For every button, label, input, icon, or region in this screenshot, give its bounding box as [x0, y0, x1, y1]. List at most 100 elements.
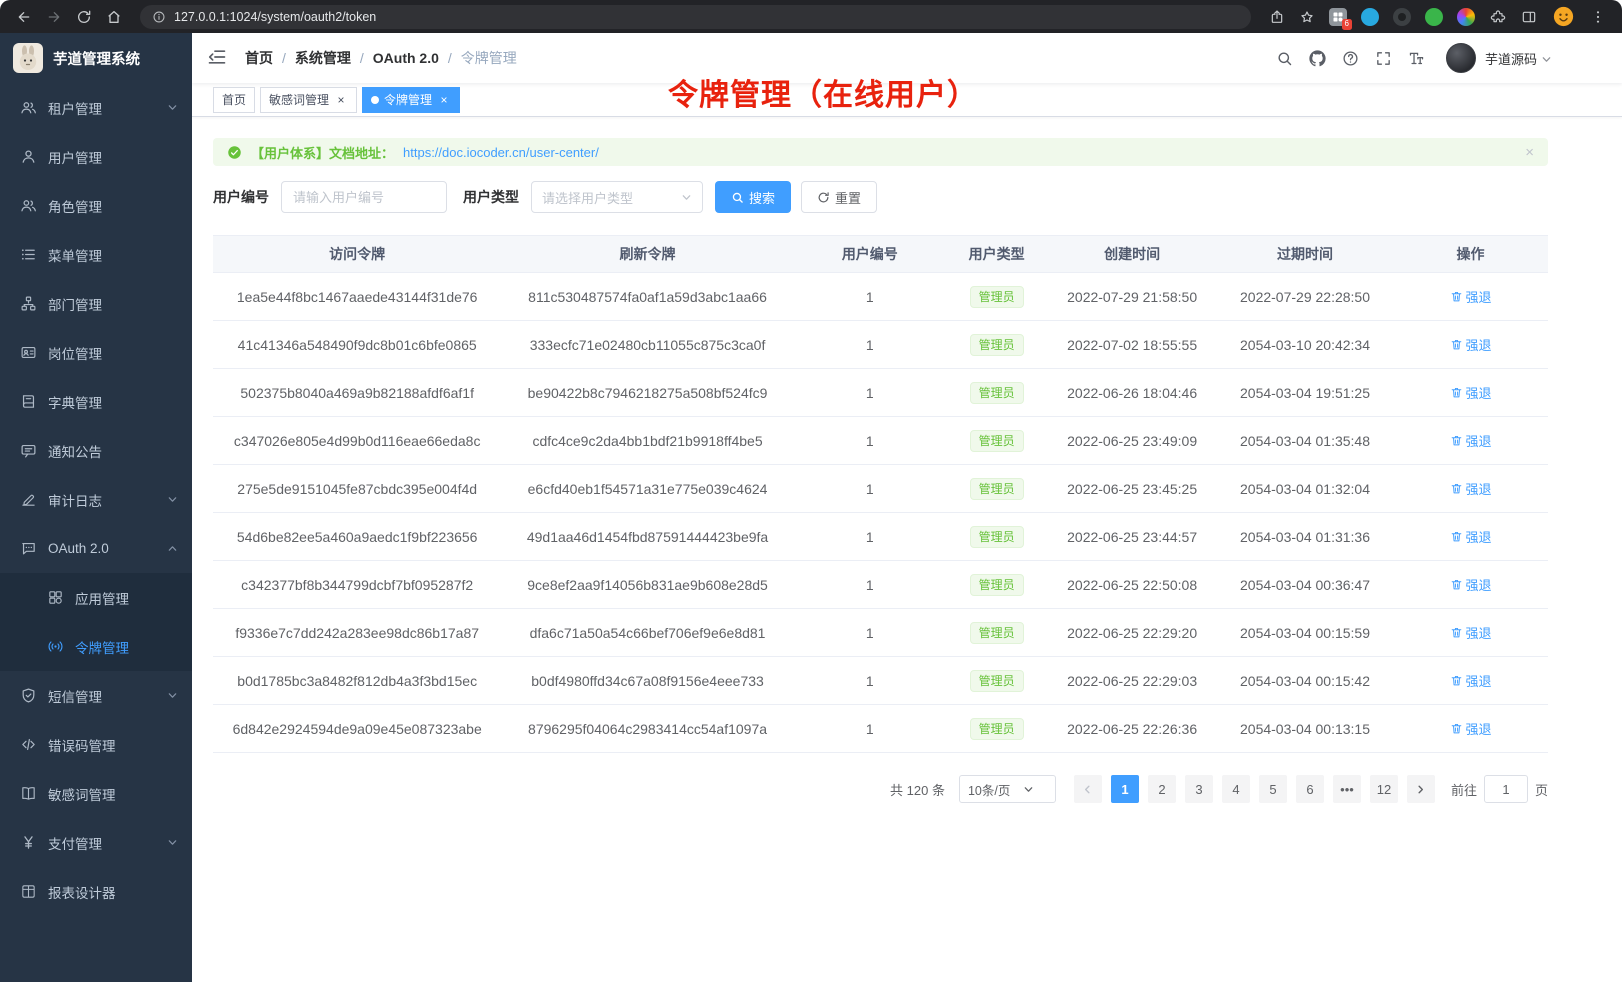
cell-create-time: 2022-06-25 23:44:57 — [1047, 529, 1217, 545]
tab[interactable]: 首页 — [213, 87, 255, 113]
cell-create-time: 2022-06-25 22:29:03 — [1047, 673, 1217, 689]
doc-link[interactable]: https://doc.iocoder.cn/user-center/ — [403, 145, 599, 160]
force-logout-button[interactable]: 强退 — [1450, 287, 1492, 306]
sidebar-item-pay[interactable]: 支付管理 — [0, 818, 192, 867]
chevron-down-icon — [167, 690, 178, 701]
force-logout-button[interactable]: 强退 — [1450, 335, 1492, 354]
pagination-ellipsis[interactable]: ••• — [1333, 775, 1361, 803]
sidebar-item-menu[interactable]: 菜单管理 — [0, 230, 192, 279]
force-logout-button[interactable]: 强退 — [1450, 623, 1492, 642]
address-bar[interactable]: 127.0.0.1:1024/system/oauth2/token — [140, 5, 1251, 29]
sidebar-item-report-designer[interactable]: 报表设计器 — [0, 867, 192, 916]
prev-page-button[interactable] — [1074, 775, 1102, 803]
cell-actions: 强退 — [1393, 479, 1548, 498]
force-logout-button[interactable]: 强退 — [1450, 671, 1492, 690]
tab[interactable]: 令牌管理 — [362, 87, 460, 113]
sidebar-item-oauth2-token[interactable]: 令牌管理 — [0, 622, 192, 671]
page-number-button[interactable]: 6 — [1296, 775, 1324, 803]
page-number-button[interactable]: 1 — [1111, 775, 1139, 803]
cell-user-type: 管理员 — [946, 622, 1047, 644]
column-header: 用户类型 — [946, 244, 1047, 264]
cell-refresh-token: dfa6c71a50a54c66bef706ef9e6e8d81 — [501, 625, 793, 641]
cell-user-id: 1 — [794, 625, 946, 641]
sidebar-item-sms[interactable]: 短信管理 — [0, 671, 192, 720]
breadcrumb-item[interactable]: OAuth 2.0 — [351, 50, 439, 66]
sidebar-fold-icon[interactable] — [207, 47, 229, 69]
username[interactable]: 芋道源码 — [1485, 49, 1537, 68]
app-logo[interactable]: 芋道管理系统 — [0, 33, 192, 83]
sidebar-item-role[interactable]: 角色管理 — [0, 181, 192, 230]
extension-blue-icon[interactable] — [1361, 8, 1379, 26]
page-number-button[interactable]: 5 — [1259, 775, 1287, 803]
forward-button[interactable] — [40, 4, 68, 30]
force-logout-button[interactable]: 强退 — [1450, 527, 1492, 546]
extension-grid-icon[interactable]: 6 — [1329, 8, 1347, 26]
bookmark-star-button[interactable] — [1293, 4, 1321, 30]
help-icon[interactable] — [1334, 42, 1367, 75]
share-button[interactable] — [1263, 4, 1291, 30]
user-id-input[interactable] — [281, 181, 447, 213]
menu-item-label: 错误码管理 — [48, 735, 116, 755]
reset-button[interactable]: 重置 — [801, 181, 877, 213]
search-button[interactable]: 搜索 — [715, 181, 791, 213]
force-logout-button[interactable]: 强退 — [1450, 719, 1492, 738]
github-icon[interactable] — [1301, 42, 1334, 75]
sidebar-item-oauth2[interactable]: OAuth 2.0 — [0, 524, 192, 573]
trash-icon — [1450, 482, 1463, 495]
sidebar-item-user[interactable]: 用户管理 — [0, 132, 192, 181]
column-header: 操作 — [1393, 244, 1548, 264]
cell-create-time: 2022-06-25 22:50:08 — [1047, 577, 1217, 593]
tab[interactable]: 敏感词管理 — [260, 87, 357, 113]
sidebar-item-audit-log[interactable]: 审计日志 — [0, 475, 192, 524]
page-number-button[interactable]: 3 — [1185, 775, 1213, 803]
sidebar-item-tenant[interactable]: 租户管理 — [0, 83, 192, 132]
extension-dark-icon[interactable] — [1393, 8, 1411, 26]
page-number-button[interactable]: 2 — [1148, 775, 1176, 803]
goto-page-input[interactable] — [1484, 775, 1528, 803]
force-logout-button[interactable]: 强退 — [1450, 431, 1492, 450]
sidebar-item-dept[interactable]: 部门管理 — [0, 279, 192, 328]
extensions-puzzle-icon[interactable] — [1489, 8, 1507, 26]
tab-close-icon[interactable] — [334, 93, 348, 107]
sidebar-item-notice[interactable]: 通知公告 — [0, 426, 192, 475]
cell-expire-time: 2054-03-10 20:42:34 — [1217, 337, 1393, 353]
force-logout-button[interactable]: 强退 — [1450, 479, 1492, 498]
sidebar-item-sensitive-word[interactable]: 敏感词管理 — [0, 769, 192, 818]
user-type-select[interactable]: 请选择用户类型 — [531, 181, 703, 213]
reload-button[interactable] — [70, 4, 98, 30]
force-logout-button[interactable]: 强退 — [1450, 383, 1492, 402]
fullscreen-icon[interactable] — [1367, 42, 1400, 75]
home-button[interactable] — [100, 4, 128, 30]
sidebar-item-post[interactable]: 岗位管理 — [0, 328, 192, 377]
extension-rainbow-icon[interactable] — [1457, 8, 1475, 26]
browser-menu-button[interactable] — [1584, 4, 1612, 30]
alert-close-icon[interactable] — [1525, 145, 1534, 160]
sidebar-item-error-code[interactable]: 错误码管理 — [0, 720, 192, 769]
menu-item-icon — [20, 197, 37, 214]
cell-user-id: 1 — [794, 481, 946, 497]
site-info-icon[interactable] — [152, 10, 166, 24]
page-number-button[interactable]: 12 — [1370, 775, 1398, 803]
next-page-button[interactable] — [1407, 775, 1435, 803]
font-size-icon[interactable] — [1400, 42, 1433, 75]
sidebar-item-dict[interactable]: 字典管理 — [0, 377, 192, 426]
search-icon[interactable] — [1268, 42, 1301, 75]
back-button[interactable] — [10, 4, 38, 30]
breadcrumb-item[interactable]: 首页 — [245, 48, 273, 68]
trash-icon — [1450, 578, 1463, 591]
tab-close-icon[interactable] — [437, 93, 451, 107]
page-size-select[interactable]: 10条/页 — [959, 775, 1056, 803]
page-number-button[interactable]: 4 — [1222, 775, 1250, 803]
cell-actions: 强退 — [1393, 431, 1548, 450]
breadcrumb-item[interactable]: 系统管理 — [273, 48, 351, 68]
menu-item-label: 租户管理 — [48, 98, 102, 118]
sidebar-item-oauth2-application[interactable]: 应用管理 — [0, 573, 192, 622]
browser-profile-avatar[interactable] — [1553, 6, 1574, 27]
chevron-down-icon[interactable] — [1541, 54, 1552, 65]
extension-green-icon[interactable] — [1425, 8, 1443, 26]
split-view-button[interactable] — [1515, 4, 1543, 30]
table-row: 41c41346a548490f9dc8b01c6bfe0865 333ecfc… — [213, 321, 1548, 369]
user-avatar[interactable] — [1446, 43, 1476, 73]
force-logout-button[interactable]: 强退 — [1450, 575, 1492, 594]
user-type-badge: 管理员 — [970, 478, 1024, 500]
